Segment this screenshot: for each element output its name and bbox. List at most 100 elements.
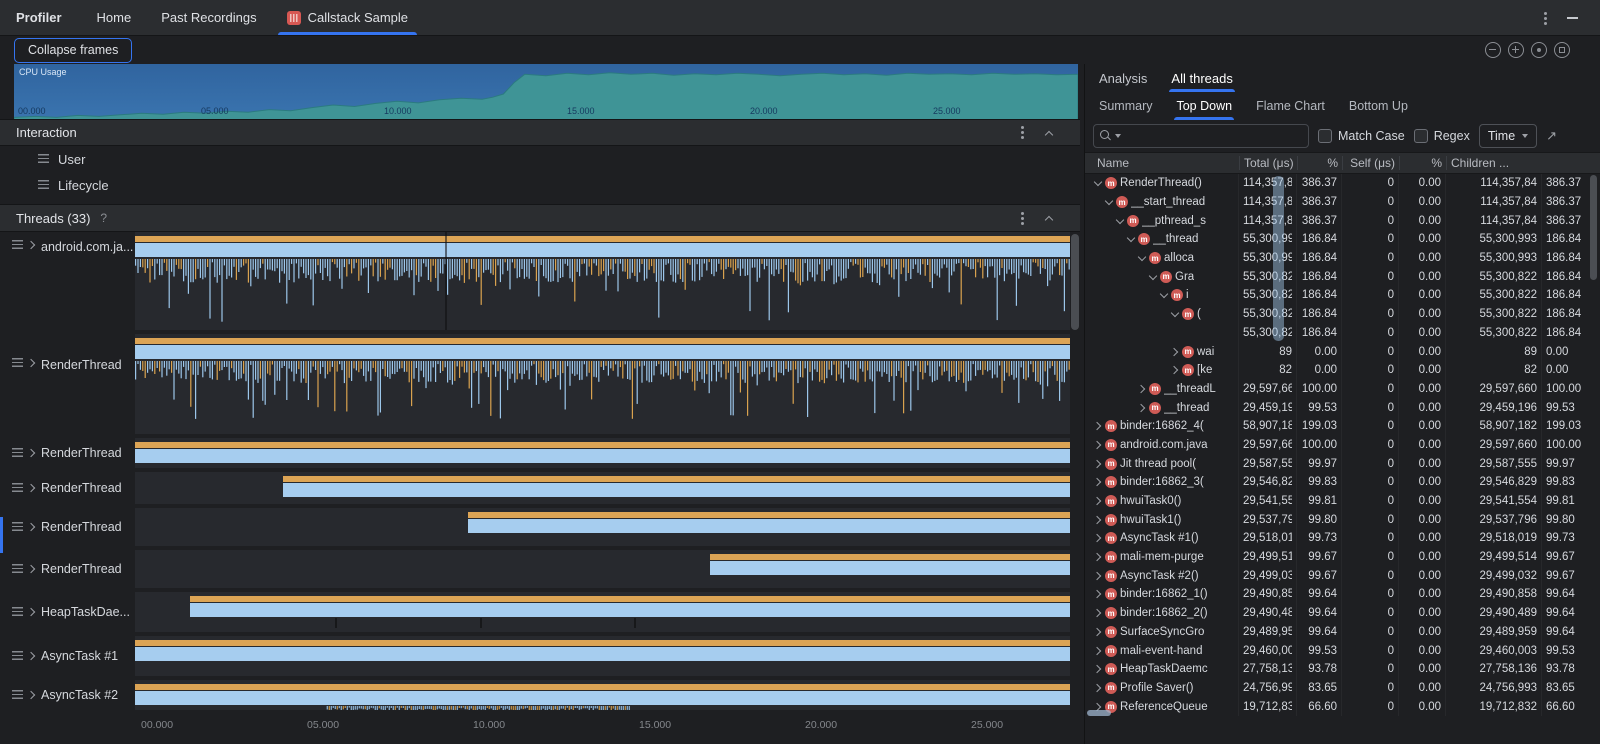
tree-chevron-icon[interactable] [1093,646,1103,656]
thread-row[interactable]: android.com.ja... [0,232,1080,330]
thread-track[interactable] [135,508,1070,546]
tree-chevron-icon[interactable] [1170,365,1180,375]
inner-scrollbar-thumb[interactable] [1273,176,1284,341]
regex-option[interactable]: Regex [1414,129,1470,143]
interaction-row-lifecycle[interactable]: Lifecycle [0,172,1080,198]
thread-label[interactable]: AsyncTask #1 [0,636,135,676]
table-row[interactable]: m [ke 82 0.00 0 0.00 82 0.00 [1085,361,1600,380]
search-history-caret-icon[interactable] [1115,134,1121,138]
tab-bottom-up[interactable]: Bottom Up [1349,92,1408,120]
table-row[interactable]: m Profile Saver() 24,756,993 83.65 0 0.0… [1085,679,1600,698]
thread-label[interactable]: RenderThread [0,508,135,546]
tree-chevron-icon[interactable] [1093,664,1103,674]
column-total[interactable]: Total (μs) [1239,156,1297,170]
thread-row[interactable]: AsyncTask #2 [0,680,1080,710]
thread-label[interactable]: android.com.ja... [0,232,135,330]
tab-all-threads[interactable]: All threads [1171,64,1232,92]
thread-track[interactable] [135,334,1070,434]
kebab-menu-icon[interactable] [1021,131,1024,134]
tree-chevron-icon[interactable] [1181,328,1191,338]
tree-chevron-icon[interactable] [1093,627,1103,637]
table-row[interactable]: m HeapTaskDaemc 27,758,136 93.78 0 0.00 … [1085,660,1600,679]
collapse-frames-button[interactable]: Collapse frames [14,38,132,63]
tab-past-recordings[interactable]: Past Recordings [146,0,271,35]
trace-span[interactable] [468,512,1070,533]
table-row[interactable]: m __thread 29,459,196 99.53 0 0.00 29,45… [1085,398,1600,417]
trace-span[interactable] [135,640,1070,661]
thread-track[interactable] [135,472,1070,504]
interaction-header[interactable]: Interaction [0,119,1080,146]
tab-top-down[interactable]: Top Down [1176,92,1232,120]
search-input[interactable] [1124,129,1302,143]
table-row[interactable]: m Gra 55,300,822 186.84 0 0.00 55,300,82… [1085,267,1600,286]
trace-span[interactable] [190,596,1070,617]
thread-track[interactable] [135,232,1070,330]
chevron-right-icon[interactable] [27,564,37,574]
thread-row[interactable]: RenderThread [0,508,1080,546]
thread-row[interactable]: AsyncTask #1 [0,636,1080,676]
chevron-right-icon[interactable] [27,483,37,493]
tree-chevron-icon[interactable] [1093,533,1103,543]
kebab-menu-icon[interactable] [1021,217,1024,220]
trace-span[interactable] [135,684,1070,705]
chevron-right-icon[interactable] [27,607,37,617]
table-row[interactable]: m mali-mem-purge 29,499,514 99.67 0 0.00… [1085,548,1600,567]
chevron-right-icon[interactable] [27,448,37,458]
thread-label[interactable]: AsyncTask #2 [0,680,135,710]
table-row[interactable]: m binder:16862_1() 29,490,858 99.64 0 0.… [1085,585,1600,604]
table-row[interactable]: m AsyncTask #2() 29,499,032 99.67 0 0.00… [1085,566,1600,585]
trace-span[interactable] [135,236,1070,257]
horizontal-scrollbar-thumb[interactable] [1087,710,1111,716]
chevron-right-icon[interactable] [27,240,37,250]
zoom-out-icon[interactable] [1485,42,1501,58]
chevron-right-icon[interactable] [27,651,37,661]
chevron-right-icon[interactable] [27,358,37,368]
collapse-section-icon[interactable] [1044,128,1054,138]
thread-label[interactable]: HeapTaskDae... [0,592,135,632]
tree-chevron-icon[interactable] [1093,440,1103,450]
table-row[interactable]: m mali-event-hand 29,460,003 99.53 0 0.0… [1085,641,1600,660]
tree-chevron-icon[interactable] [1093,552,1103,562]
tree-chevron-icon[interactable] [1093,683,1103,693]
table-row[interactable]: m Jit thread pool( 29,587,555 99.97 0 0.… [1085,454,1600,473]
table-row[interactable]: m binder:16862_2() 29,490,489 99.64 0 0.… [1085,604,1600,623]
thread-row[interactable]: RenderThread [0,550,1080,588]
search-field[interactable] [1093,124,1309,148]
table-row[interactable]: m binder:16862_3( 29,546,829 99.83 0 0.0… [1085,473,1600,492]
zoom-in-icon[interactable] [1508,42,1524,58]
thread-label[interactable]: RenderThread [0,472,135,504]
table-row[interactable]: m binder:16862_4( 58,907,182 199.03 0 0.… [1085,417,1600,436]
threads-header[interactable]: Threads (33) ? [0,204,1080,232]
tree-chevron-icon[interactable] [1093,608,1103,618]
tree-chevron-icon[interactable] [1159,290,1169,300]
thread-track[interactable] [135,438,1070,468]
kebab-menu-icon[interactable] [1544,17,1547,20]
tree-chevron-icon[interactable] [1093,178,1103,188]
column-children[interactable]: Children ... [1446,156,1600,170]
table-header[interactable]: Name Total (μs) % Self (μs) % Children .… [1085,152,1600,174]
table-row[interactable]: m ( 55,300,822 186.84 0 0.00 55,300,822 … [1085,305,1600,324]
table-row[interactable]: m android.com.java 29,597,660 100.00 0 0… [1085,436,1600,455]
tree-chevron-icon[interactable] [1093,477,1103,487]
tab-home[interactable]: Home [82,0,147,35]
reset-zoom-icon[interactable] [1531,42,1547,58]
table-row[interactable]: m __pthread_s 114,357,84 386.37 0 0.00 1… [1085,211,1600,230]
match-case-checkbox[interactable] [1318,129,1332,143]
interaction-row-user[interactable]: User [0,146,1080,172]
table-row[interactable]: m SurfaceSyncGro 29,489,959 99.64 0 0.00… [1085,623,1600,642]
tab-summary[interactable]: Summary [1099,92,1152,120]
thread-row[interactable]: RenderThread [0,438,1080,468]
table-row[interactable]: m __threadL 29,597,660 100.00 0 0.00 29,… [1085,380,1600,399]
table-row[interactable]: m __start_thread 114,357,84 386.37 0 0.0… [1085,193,1600,212]
column-name[interactable]: Name [1093,156,1239,170]
tree-chevron-icon[interactable] [1126,234,1136,244]
help-icon[interactable]: ? [100,211,107,225]
tree-chevron-icon[interactable] [1093,421,1103,431]
match-case-option[interactable]: Match Case [1318,129,1405,143]
tree-chevron-icon[interactable] [1093,496,1103,506]
table-row[interactable]: m hwuiTask0() 29,541,554 99.81 0 0.00 29… [1085,492,1600,511]
thread-track[interactable] [135,636,1070,676]
tree-chevron-icon[interactable] [1137,253,1147,263]
minimize-icon[interactable] [1567,17,1578,19]
cpu-usage-chart[interactable]: CPU Usage 00.00005.00010.00015.00020.000… [14,64,1078,119]
